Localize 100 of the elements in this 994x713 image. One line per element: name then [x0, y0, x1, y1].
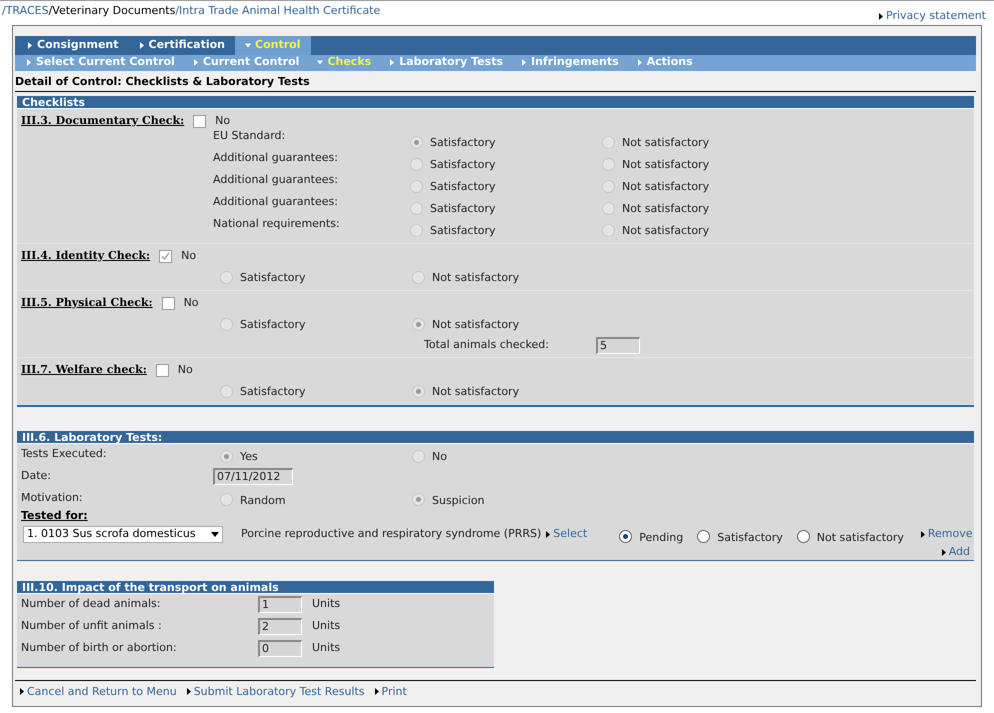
radio-button[interactable]	[796, 530, 810, 543]
number-field[interactable]: 2	[258, 618, 302, 635]
option-label: Pending	[639, 530, 684, 546]
caret-icon	[636, 59, 643, 66]
check-heading: III.4. Identity Check:	[21, 248, 150, 264]
caret-icon	[186, 688, 192, 696]
section-header: III.10. Impact of the transport on animals	[17, 580, 494, 594]
footer-link[interactable]: Submit Laboratory Test Results	[194, 684, 365, 700]
radio-button[interactable]	[412, 384, 425, 398]
radio-button[interactable]	[410, 224, 423, 236]
option-label: Not satisfactory	[816, 530, 904, 546]
radio-button[interactable]	[220, 318, 233, 330]
number-field[interactable]: 1	[258, 596, 302, 613]
radio-button[interactable]	[412, 318, 425, 330]
footer-link[interactable]: Print	[382, 684, 407, 700]
sub-tab[interactable]: Infringements	[512, 54, 628, 70]
radio-button[interactable]	[619, 530, 632, 543]
caret-icon	[245, 42, 252, 48]
radio-button[interactable]	[220, 493, 233, 506]
remove-link[interactable]: Remove	[928, 526, 972, 543]
row-label: Number of dead animals:	[21, 596, 162, 612]
option-label: Not satisfactory	[432, 384, 520, 400]
species-dropdown[interactable]: 1. 0103 Sus scrofa domesticus	[23, 526, 223, 543]
unit-label: Units	[312, 618, 340, 634]
row-label: Tests Executed:	[21, 446, 108, 462]
row-label: EU Standard:	[213, 128, 286, 144]
sub-tab[interactable]: Laboratory Tests	[380, 54, 512, 70]
radio-button[interactable]	[412, 270, 425, 284]
nav-tab[interactable]: Consignment	[17, 36, 128, 54]
caret-icon	[521, 59, 527, 66]
caret-icon	[317, 59, 324, 66]
radio-button[interactable]	[412, 493, 425, 506]
option-label: Satisfactory	[430, 157, 496, 174]
total-field[interactable]: 5	[596, 336, 640, 354]
radio-button[interactable]	[220, 450, 233, 462]
option-label: Satisfactory	[240, 270, 306, 286]
option-label: Not satisfactory	[432, 270, 520, 286]
option-label: Random	[240, 492, 286, 509]
sub-tab[interactable]: Actions	[628, 54, 702, 70]
select-link[interactable]: Select	[553, 526, 588, 543]
add-link[interactable]: Add	[948, 544, 970, 560]
radio-button[interactable]	[220, 270, 233, 284]
option-label: Satisfactory	[717, 530, 783, 546]
row-label: Number of unfit animals :	[21, 618, 163, 634]
checkbox-label: No	[215, 112, 230, 129]
caret-icon	[545, 531, 552, 538]
option-label: Not satisfactory	[432, 317, 520, 334]
check-heading: III.5. Physical Check:	[21, 294, 153, 311]
caret-icon	[389, 59, 396, 66]
radio-button[interactable]	[410, 202, 423, 214]
row-label: Motivation:	[21, 490, 84, 506]
check-heading: III.3. Documentary Check:	[21, 112, 184, 129]
option-label: Satisfactory	[430, 179, 496, 196]
option-label: Satisfactory	[430, 201, 496, 218]
option-label: Yes	[240, 449, 258, 466]
footer-link[interactable]: Cancel and Return to Menu	[27, 684, 177, 700]
caret-icon	[26, 59, 32, 66]
row-label: Additional guarantees:	[213, 172, 339, 188]
radio-button[interactable]	[602, 224, 615, 236]
unit-label: Units	[312, 640, 340, 656]
check-heading: III.7. Welfare check:	[21, 362, 147, 378]
radio-button[interactable]	[410, 180, 423, 192]
row-label: Date:	[21, 468, 52, 484]
breadcrumb-item[interactable]: /TRACES	[2, 3, 49, 24]
caret-icon	[27, 42, 33, 48]
date-field[interactable]: 07/11/2012	[213, 468, 293, 485]
radio-button[interactable]	[410, 158, 423, 170]
privacy-link[interactable]: Privacy statement	[886, 8, 986, 24]
radio-button[interactable]	[602, 158, 615, 170]
sub-tab[interactable]: Select Current Control	[17, 54, 184, 70]
checkbox[interactable]	[162, 296, 175, 310]
row-label: Number of birth or abortion:	[21, 640, 178, 656]
option-label: Satisfactory	[430, 223, 496, 240]
radio-button[interactable]	[410, 136, 423, 148]
checkbox-label: No	[184, 294, 199, 311]
section-header: Checklists	[17, 96, 974, 109]
radio-button[interactable]	[412, 450, 425, 462]
unit-label: Units	[312, 596, 340, 612]
section-header: III.6. Laboratory Tests:	[17, 431, 974, 444]
number-field[interactable]: 0	[258, 640, 302, 657]
checkbox[interactable]	[156, 364, 169, 376]
sub-tab[interactable]: Current Control	[184, 54, 308, 70]
radio-button[interactable]	[602, 136, 615, 148]
disease-name: Porcine reproductive and respiratory syndrome (PRRS)	[241, 526, 542, 542]
breadcrumb-item[interactable]: /Intra Trade Animal Health Certificate	[175, 3, 380, 24]
option-label: Satisfactory	[240, 317, 306, 334]
caret-icon	[940, 548, 947, 556]
radio-button[interactable]	[602, 202, 615, 214]
radio-button[interactable]	[602, 180, 615, 192]
page-title: Detail of Control: Checklists & Laboratory Tests	[15, 74, 976, 92]
caret-icon	[374, 688, 380, 696]
checkbox[interactable]	[159, 250, 172, 262]
nav-tab[interactable]: Certification	[128, 36, 236, 54]
caret-icon	[19, 688, 25, 696]
radio-button[interactable]	[220, 384, 233, 398]
total-label: Total animals checked:	[424, 336, 550, 353]
checkbox[interactable]	[193, 114, 206, 128]
breadcrumb-item: /Veterinary Documents	[48, 3, 176, 19]
radio-button[interactable]	[697, 530, 710, 543]
row-label: National requirements:	[213, 216, 341, 232]
